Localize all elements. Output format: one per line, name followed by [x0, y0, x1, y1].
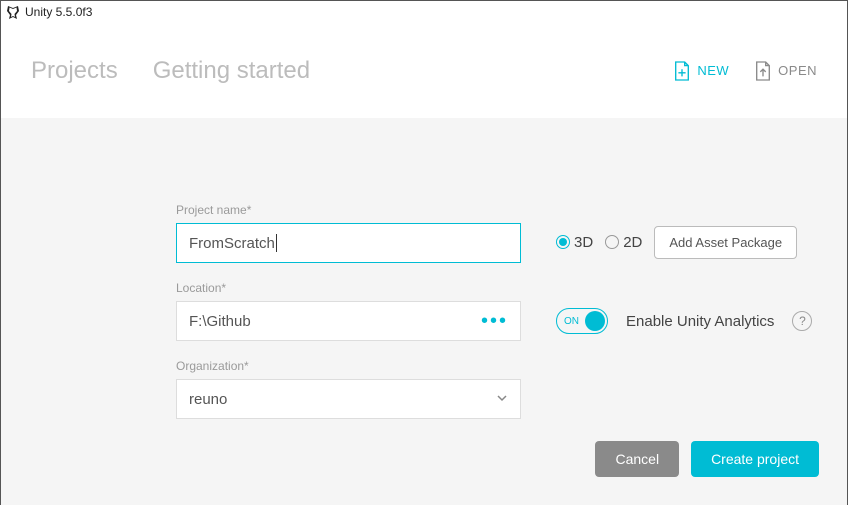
- organization-select[interactable]: reuno: [176, 379, 521, 419]
- project-name-input[interactable]: FromScratch: [176, 223, 521, 263]
- create-project-button[interactable]: Create project: [691, 441, 819, 477]
- open-button[interactable]: OPEN: [754, 60, 817, 82]
- tab-projects[interactable]: Projects: [31, 57, 118, 85]
- analytics-label: Enable Unity Analytics: [626, 313, 774, 330]
- open-file-icon: [754, 60, 772, 82]
- new-file-icon: [673, 60, 691, 82]
- footer-buttons: Cancel Create project: [595, 441, 819, 477]
- cancel-button[interactable]: Cancel: [595, 441, 679, 477]
- new-button[interactable]: NEW: [673, 60, 729, 82]
- text-cursor: [276, 234, 277, 252]
- radio-dot-icon: [605, 235, 619, 249]
- browse-location-icon[interactable]: •••: [481, 310, 508, 333]
- window-title: Unity 5.5.0f3: [25, 5, 92, 19]
- location-input[interactable]: F:\Github •••: [176, 301, 521, 341]
- unity-logo-icon: [5, 4, 21, 20]
- add-asset-package-button[interactable]: Add Asset Package: [654, 226, 797, 259]
- location-label: Location*: [176, 281, 521, 295]
- titlebar: Unity 5.5.0f3: [1, 1, 847, 23]
- radio-dot-icon: [556, 235, 570, 249]
- analytics-toggle[interactable]: ON: [556, 308, 608, 334]
- main-panel: Project name* FromScratch 3D 2D Add Asse…: [1, 118, 847, 505]
- header: Projects Getting started NEW OPEN: [1, 23, 847, 118]
- organization-label: Organization*: [176, 359, 521, 373]
- help-icon[interactable]: ?: [792, 311, 812, 331]
- project-name-label: Project name*: [176, 203, 521, 217]
- mode-3d-radio[interactable]: 3D: [556, 234, 593, 251]
- tab-getting-started[interactable]: Getting started: [153, 57, 310, 85]
- mode-2d-radio[interactable]: 2D: [605, 234, 642, 251]
- chevron-down-icon: [496, 391, 508, 408]
- tabs: Projects Getting started: [31, 57, 310, 85]
- toggle-knob-icon: [585, 311, 605, 331]
- header-actions: NEW OPEN: [673, 60, 817, 82]
